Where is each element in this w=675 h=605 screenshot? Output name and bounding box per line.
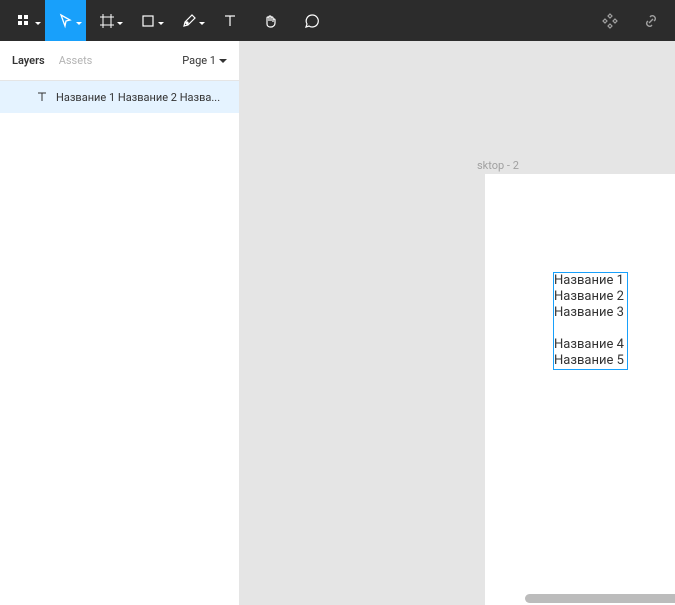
text-line: Название 5 (554, 353, 627, 369)
comment-tool-icon (304, 13, 320, 29)
frame-desktop-2[interactable] (485, 174, 675, 605)
chevron-down-icon (158, 11, 164, 30)
comment-tool-button[interactable] (291, 0, 332, 41)
toolbar (0, 0, 675, 41)
hand-tool-icon (263, 13, 279, 29)
move-tool-button[interactable] (45, 0, 86, 41)
frame-tool-button[interactable] (86, 0, 127, 41)
text-line (554, 321, 627, 337)
frame-tool-icon (99, 13, 115, 29)
text-tool-button[interactable] (209, 0, 250, 41)
main-menu-button[interactable] (4, 0, 45, 41)
left-sidebar: Layers Assets Page 1 Desktop - 2 Названи… (0, 41, 240, 605)
hand-tool-button[interactable] (250, 0, 291, 41)
share-link-icon (642, 12, 660, 30)
canvas[interactable]: sktop - 2 Название 1 Название 2 Название… (240, 41, 675, 605)
chevron-down-icon (117, 11, 123, 30)
sidebar-tabs: Layers Assets Page 1 (0, 41, 239, 81)
main-menu-icon (17, 13, 33, 29)
text-icon (36, 91, 48, 103)
layer-label: Название 1 Название 2 Назва... (56, 91, 220, 104)
horizontal-scrollbar[interactable] (525, 594, 675, 603)
frame-title[interactable]: sktop - 2 (477, 159, 519, 172)
text-line: Название 4 (554, 337, 627, 353)
tab-assets[interactable]: Assets (59, 54, 93, 67)
pen-tool-icon (181, 13, 197, 29)
shape-tool-icon (140, 13, 156, 29)
page-label: Page 1 (182, 54, 216, 67)
chevron-down-icon (35, 11, 41, 30)
text-node-selected[interactable]: Название 1 Название 2 Название 3 Названи… (553, 272, 628, 370)
move-tool-icon (58, 13, 74, 29)
page-selector[interactable]: Page 1 (182, 54, 227, 67)
chevron-down-icon (219, 57, 227, 65)
text-line: Название 3 (554, 305, 627, 321)
components-button[interactable] (589, 0, 630, 41)
tab-layers[interactable]: Layers (12, 54, 45, 67)
shape-tool-button[interactable] (127, 0, 168, 41)
text-line: Название 2 (554, 289, 627, 305)
pen-tool-button[interactable] (168, 0, 209, 41)
text-tool-icon (222, 13, 238, 29)
layer-row-text[interactable]: Название 1 Название 2 Назва... (0, 81, 239, 113)
text-line: Название 1 (554, 273, 627, 289)
components-icon (601, 12, 619, 30)
share-link-button[interactable] (630, 0, 671, 41)
chevron-down-icon (199, 11, 205, 30)
chevron-down-icon (76, 11, 82, 30)
